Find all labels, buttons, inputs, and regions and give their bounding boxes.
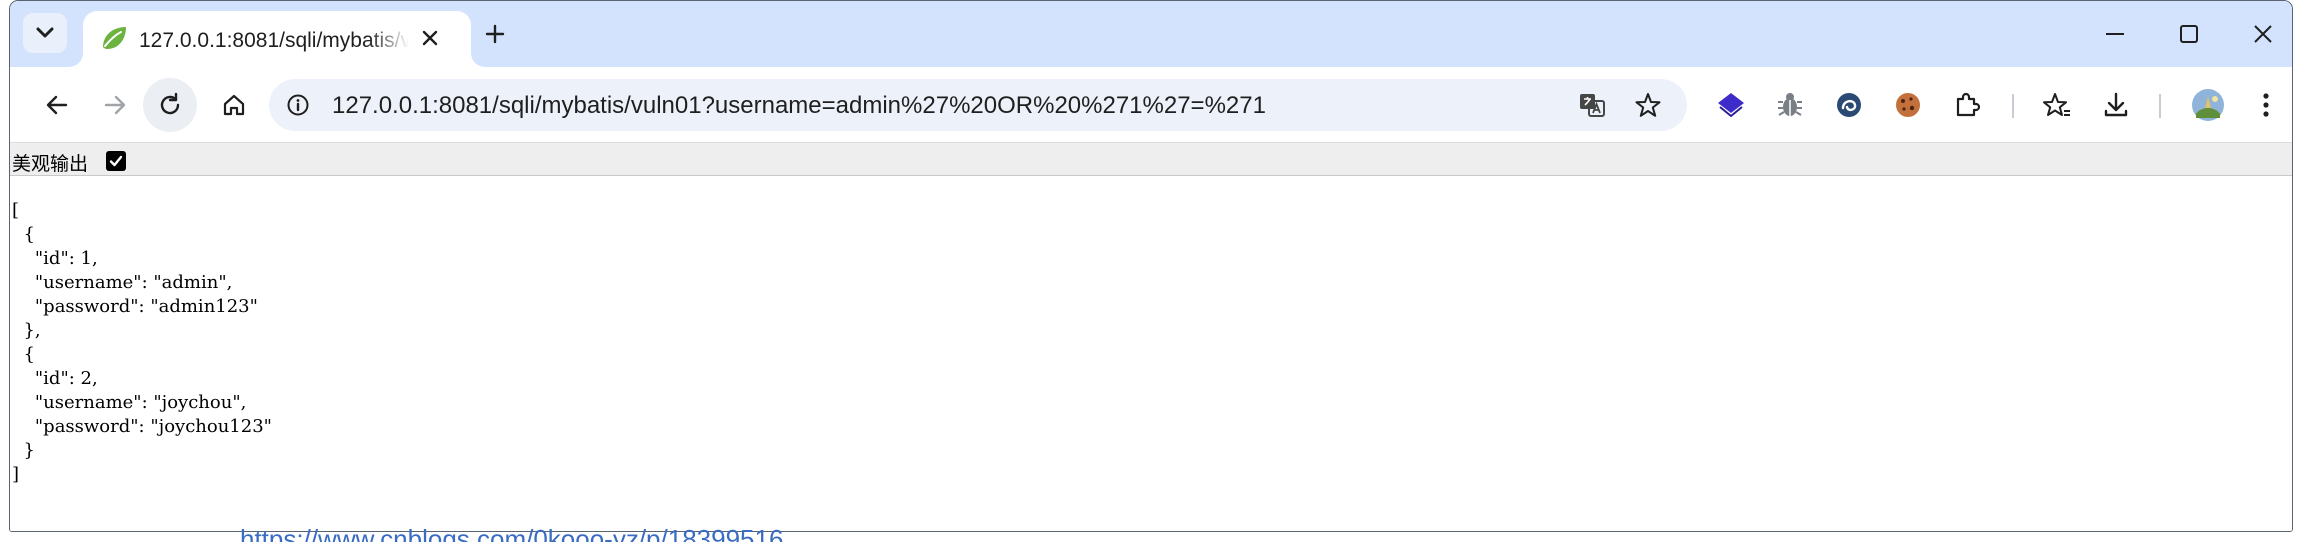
info-icon: [287, 94, 309, 116]
browser-window: 127.0.0.1:8081/sqli/mybatis/vuln01?usern…: [9, 0, 2293, 532]
pretty-print-bar: 美观输出: [10, 143, 2292, 176]
extension-bug-button[interactable]: [1769, 84, 1811, 126]
purple-layers-icon: [1718, 93, 1744, 118]
profile-button[interactable]: [2187, 84, 2229, 126]
home-button[interactable]: [211, 82, 257, 128]
menu-kebab-icon: [2263, 93, 2269, 117]
checkmark-icon: [109, 155, 123, 167]
swirl-icon: [1837, 93, 1861, 117]
page-content: [ { "id": 1, "username": "admin", "passw…: [10, 177, 2292, 531]
tab-search-button[interactable]: [23, 13, 67, 53]
forward-button[interactable]: [92, 82, 138, 128]
spring-leaf-icon: [103, 27, 126, 49]
url-text[interactable]: 127.0.0.1:8081/sqli/mybatis/vuln01?usern…: [332, 92, 1266, 120]
minimize-button[interactable]: [2080, 9, 2150, 59]
extension-cookie-button[interactable]: [1887, 84, 1929, 126]
close-icon: [422, 30, 438, 46]
back-icon: [46, 95, 68, 115]
puzzle-extensions-icon: [1956, 92, 1981, 117]
chevron-down-icon: [36, 27, 54, 38]
tab-strip: 127.0.0.1:8081/sqli/mybatis/vuln01?usern…: [10, 1, 2292, 67]
new-tab-button[interactable]: [476, 15, 514, 53]
minimize-icon: [2106, 33, 2124, 35]
bookmark-button[interactable]: [1629, 86, 1667, 124]
extension-layers-button[interactable]: [1710, 84, 1752, 126]
toolbar-separator: [2012, 94, 2014, 118]
site-info-button[interactable]: [279, 86, 317, 124]
background-link-text: https://www.cnblogs.com/0kooo-yz/p/18399…: [240, 524, 784, 542]
translate-button[interactable]: [1573, 86, 1611, 124]
extension-swirl-button[interactable]: [1828, 84, 1870, 126]
pretty-print-label: 美观输出: [12, 153, 89, 175]
pretty-print-checkbox[interactable]: [106, 151, 126, 171]
maximize-button[interactable]: [2154, 9, 2224, 59]
browser-menu-button[interactable]: [2245, 84, 2287, 126]
reload-button[interactable]: [143, 78, 197, 132]
bookmarks-button[interactable]: [2036, 84, 2078, 126]
tab-close-button[interactable]: [415, 23, 445, 53]
toolbar-separator: [2159, 94, 2161, 118]
close-window-button[interactable]: [2228, 9, 2292, 59]
bug-icon: [1778, 93, 1802, 116]
reload-icon: [160, 92, 180, 115]
close-icon: [2254, 25, 2272, 43]
plus-icon: [485, 24, 505, 44]
active-tab[interactable]: 127.0.0.1:8081/sqli/mybatis/vuln01?usern…: [83, 11, 471, 67]
bookmark-star-icon: [1635, 93, 1661, 117]
browser-toolbar: 127.0.0.1:8081/sqli/mybatis/vuln01?usern…: [10, 67, 2292, 143]
translate-icon: [1580, 94, 1605, 117]
bookmarks-star-icon: [2043, 93, 2070, 116]
back-button[interactable]: [34, 82, 80, 128]
tab-title: 127.0.0.1:8081/sqli/mybatis/vuln01?usern…: [139, 29, 409, 52]
maximize-icon: [2180, 25, 2198, 43]
profile-avatar: [2192, 89, 2224, 121]
downloads-button[interactable]: [2095, 84, 2137, 126]
home-icon: [223, 94, 245, 116]
json-output: [ { "id": 1, "username": "admin", "passw…: [12, 200, 272, 485]
address-bar[interactable]: 127.0.0.1:8081/sqli/mybatis/vuln01?usern…: [269, 79, 1687, 131]
forward-icon: [104, 95, 126, 115]
extensions-button[interactable]: [1946, 84, 1988, 126]
download-icon: [2104, 92, 2128, 117]
cookie-icon: [1896, 93, 1920, 117]
